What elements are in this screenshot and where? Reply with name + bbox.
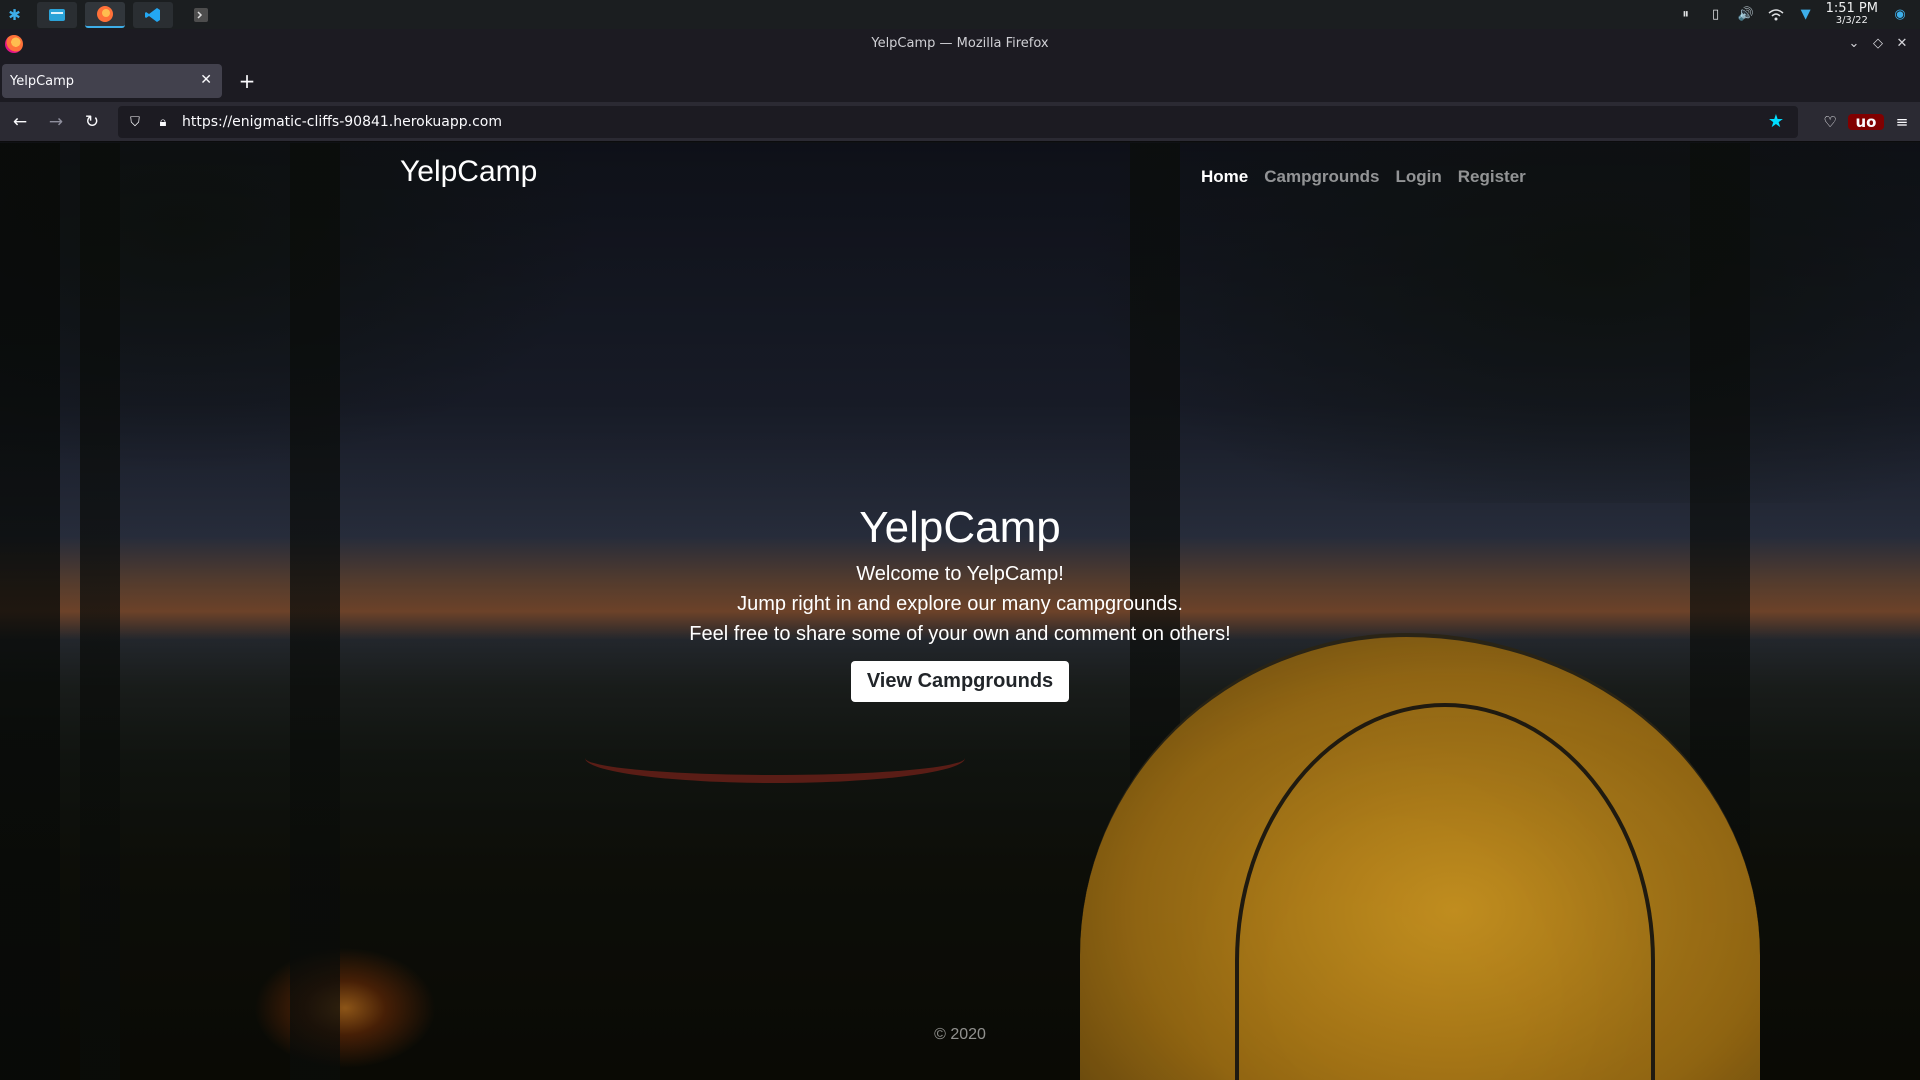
ublock-extension-icon[interactable]: uo (1848, 113, 1884, 131)
window-controls: ⌄ ◇ ✕ (1842, 29, 1914, 58)
tab-title: YelpCamp (10, 73, 75, 89)
maximize-icon[interactable]: ◇ (1866, 36, 1890, 51)
nav-login[interactable]: Login (1395, 167, 1441, 187)
show-desktop-icon[interactable]: ◉ (1890, 5, 1910, 25)
page-content: YelpCamp Home Campgrounds Login Register… (0, 143, 1920, 1080)
taskbar-file-manager[interactable] (37, 1, 77, 28)
taskbar: ✱ ⏸ ▯ 🔊 ▼ 1:51 PM 3/3/22 ◉ (0, 0, 1920, 29)
nav-home[interactable]: Home (1201, 167, 1248, 187)
forward-button[interactable]: → (40, 106, 72, 138)
pocket-icon[interactable]: ♡ (1812, 113, 1848, 131)
nav-register[interactable]: Register (1458, 167, 1526, 187)
firefox-icon (97, 5, 113, 22)
pause-icon[interactable]: ⏸ (1676, 5, 1696, 25)
view-campgrounds-button[interactable]: View Campgrounds (850, 661, 1070, 702)
close-window-icon[interactable]: ✕ (1890, 36, 1914, 51)
bookmark-star-icon[interactable]: ★ (1768, 111, 1784, 132)
nav-campgrounds[interactable]: Campgrounds (1264, 167, 1379, 187)
reload-button[interactable]: ↻ (76, 106, 108, 138)
hero: YelpCamp Welcome to YelpCamp! Jump right… (0, 503, 1920, 702)
lock-icon[interactable]: 🔒︎ (152, 115, 174, 130)
background-hammock (585, 733, 965, 783)
site-nav: Home Campgrounds Login Register (1201, 167, 1542, 187)
back-button[interactable]: ← (4, 106, 36, 138)
url-text[interactable]: https://enigmatic-cliffs-90841.herokuapp… (182, 114, 502, 130)
vscode-icon (145, 7, 160, 22)
tab-strip: YelpCamp ✕ + (0, 58, 1920, 102)
hero-share: Feel free to share some of your own and … (689, 623, 1231, 645)
clock-date: 3/3/22 (1835, 14, 1868, 26)
url-bar[interactable]: ⛉ 🔒︎ https://enigmatic-cliffs-90841.hero… (118, 106, 1798, 138)
volume-icon[interactable]: 🔊 (1736, 5, 1756, 25)
hero-title: YelpCamp (859, 503, 1061, 552)
taskbar-vscode[interactable] (133, 1, 173, 28)
menu-icon[interactable]: ≡ (1884, 113, 1920, 131)
tray-expand-icon[interactable]: ▼ (1796, 5, 1816, 25)
minimize-icon[interactable]: ⌄ (1842, 36, 1866, 51)
system-tray: ⏸ ▯ 🔊 ▼ 1:51 PM 3/3/22 ◉ (1676, 0, 1920, 29)
navigation-toolbar: ← → ↻ ⛉ 🔒︎ https://enigmatic-cliffs-9084… (0, 102, 1920, 142)
hero-welcome: Welcome to YelpCamp! (856, 563, 1064, 585)
new-tab-button[interactable]: + (234, 68, 260, 94)
hero-explore: Jump right in and explore our many campg… (737, 593, 1183, 615)
terminal-icon (194, 7, 208, 22)
site-brand[interactable]: YelpCamp (400, 155, 537, 189)
clock[interactable]: 1:51 PM 3/3/22 (1825, 0, 1878, 27)
footer-copyright: © 2020 (934, 1026, 986, 1043)
toolbar-right: ♡ uo ≡ (1812, 102, 1920, 142)
wifi-icon[interactable] (1766, 5, 1786, 25)
taskbar-terminal[interactable] (181, 2, 221, 28)
window-title: YelpCamp — Mozilla Firefox (871, 36, 1049, 51)
file-manager-icon (49, 8, 65, 21)
taskbar-firefox[interactable] (85, 1, 125, 28)
firefox-logo-icon (5, 35, 23, 53)
ublock-label: uo (1848, 114, 1884, 130)
kde-logo-icon[interactable]: ✱ (0, 0, 29, 29)
tracking-protection-icon[interactable]: ⛉ (124, 115, 146, 130)
clipboard-icon[interactable]: ▯ (1706, 5, 1726, 25)
clock-time: 1:51 PM (1825, 0, 1878, 16)
tab-close-icon[interactable]: ✕ (200, 72, 212, 88)
window-titlebar: YelpCamp — Mozilla Firefox ⌄ ◇ ✕ (0, 29, 1920, 58)
tab-yelpcamp[interactable]: YelpCamp ✕ (2, 64, 222, 98)
